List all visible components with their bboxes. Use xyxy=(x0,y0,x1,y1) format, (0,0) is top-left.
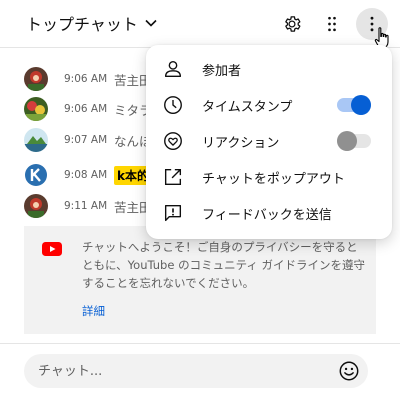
menu-item-label: チャットをポップアウト xyxy=(202,171,345,187)
chevron-down-icon xyxy=(145,19,157,27)
more-options-menu: 参加者 タイムスタンプ リアクション チャットをポップアウト フィードバックを送… xyxy=(146,45,392,239)
menu-item-popout-chat[interactable]: チャットをポップアウト xyxy=(146,159,392,195)
welcome-banner: チャットへようこそ！ご自身のプライバシーを守るとともに、YouTube のコミュ… xyxy=(24,226,376,334)
avatar[interactable] xyxy=(24,67,48,91)
emoji-icon[interactable] xyxy=(338,360,360,382)
details-link[interactable]: 詳細 xyxy=(82,303,105,319)
menu-item-timestamps[interactable]: タイムスタンプ xyxy=(146,87,392,123)
chat-message: 9:08 AM k本的 xyxy=(24,162,152,188)
avatar[interactable] xyxy=(24,97,48,121)
menu-item-reactions[interactable]: リアクション xyxy=(146,123,392,159)
toggle-knob xyxy=(351,95,371,115)
message-timestamp: 9:11 AM xyxy=(64,200,108,212)
chat-input[interactable] xyxy=(24,354,368,388)
toggle-knob xyxy=(337,131,357,151)
person-icon xyxy=(164,60,182,78)
settings-button[interactable] xyxy=(276,8,308,40)
apps-grid-icon xyxy=(328,16,336,32)
gear-icon xyxy=(285,16,301,32)
menu-item-send-feedback[interactable]: フィードバックを送信 xyxy=(146,195,392,231)
avatar[interactable] xyxy=(24,194,48,218)
message-timestamp: 9:08 AM xyxy=(64,169,108,181)
reactions-toggle[interactable] xyxy=(337,131,371,151)
menu-item-label: 参加者 xyxy=(202,63,242,79)
popout-icon xyxy=(164,168,182,186)
menu-item-participants[interactable]: 参加者 xyxy=(146,51,392,87)
menu-item-label: タイムスタンプ xyxy=(202,99,293,115)
avatar[interactable] xyxy=(24,163,48,187)
message-timestamp: 9:06 AM xyxy=(64,73,108,85)
chat-message: 9:06 AM 苦主田 xyxy=(24,66,152,92)
heart-icon xyxy=(164,132,182,150)
message-timestamp: 9:07 AM xyxy=(64,134,108,146)
chat-mode-selector[interactable]: トップチャット xyxy=(26,11,158,35)
chat-message: 9:11 AM 苦主田 xyxy=(24,193,152,219)
chat-message: 9:06 AM ミタラ xyxy=(24,96,152,122)
divider xyxy=(0,343,400,344)
apps-button[interactable] xyxy=(316,8,348,40)
youtube-logo-icon xyxy=(42,242,62,256)
chat-header: トップチャット xyxy=(0,0,400,48)
message-timestamp: 9:06 AM xyxy=(64,103,108,115)
timestamps-toggle[interactable] xyxy=(337,95,371,115)
welcome-message: チャットへようこそ！ご自身のプライバシーを守るとともに、YouTube のコミュ… xyxy=(82,240,366,290)
avatar[interactable] xyxy=(24,128,48,152)
feedback-icon xyxy=(164,204,182,222)
chat-title: トップチャット xyxy=(26,15,138,34)
chat-message: 9:07 AM なんほ xyxy=(24,127,152,153)
menu-item-label: リアクション xyxy=(202,135,280,151)
menu-item-label: フィードバックを送信 xyxy=(202,207,332,223)
clock-icon xyxy=(164,96,182,114)
